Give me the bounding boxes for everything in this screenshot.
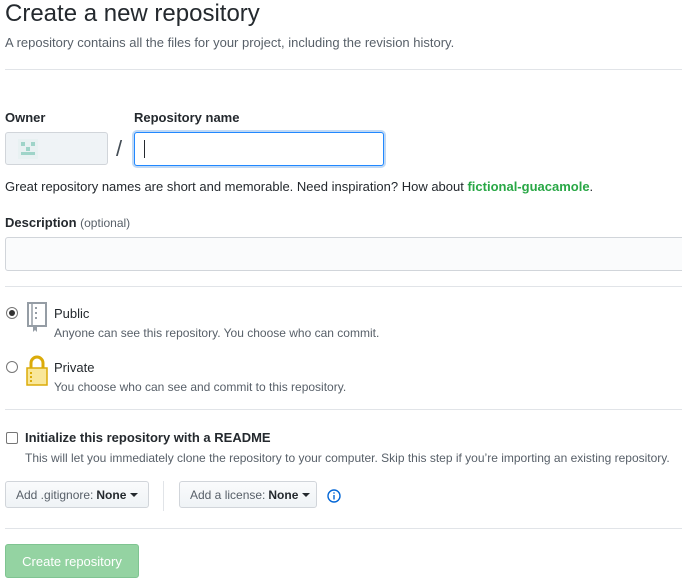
lock-icon <box>26 355 48 386</box>
repo-book-icon <box>27 302 47 332</box>
private-radio[interactable] <box>6 361 18 373</box>
vertical-divider <box>163 481 164 511</box>
private-title: Private <box>54 360 95 375</box>
gitignore-select[interactable]: Add .gitignore: None <box>5 481 149 508</box>
optional-tag: (optional) <box>80 216 131 230</box>
repo-name-label: Repository name <box>134 110 240 125</box>
license-select[interactable]: Add a license: None <box>179 481 317 508</box>
divider <box>5 69 682 70</box>
chevron-down-icon <box>130 493 139 497</box>
divider <box>5 409 682 410</box>
gitignore-label: Add .gitignore: <box>16 487 94 502</box>
description-label: Description (optional) <box>5 215 130 230</box>
page-subtitle: A repository contains all the files for … <box>5 35 455 50</box>
license-label: Add a license: <box>190 487 266 502</box>
description-input[interactable] <box>5 237 682 271</box>
suggested-name-link[interactable]: fictional-guacamole <box>467 179 589 194</box>
create-repository-button[interactable]: Create repository <box>5 544 139 578</box>
hint-prefix: Great repository names are short and mem… <box>5 179 468 194</box>
owner-repo-separator: / <box>116 136 123 161</box>
readme-desc: This will let you immediately clone the … <box>25 451 670 465</box>
public-radio[interactable] <box>6 307 18 319</box>
readme-checkbox[interactable] <box>6 432 18 444</box>
license-value: None <box>268 487 299 502</box>
identicon-avatar <box>18 139 38 159</box>
gitignore-value: None <box>96 487 127 502</box>
divider <box>5 286 682 287</box>
description-label-text: Description <box>5 215 77 230</box>
name-hint: Great repository names are short and mem… <box>5 179 593 194</box>
chevron-down-icon <box>302 493 311 497</box>
repo-name-input[interactable] <box>134 132 384 166</box>
info-icon[interactable] <box>327 489 341 503</box>
owner-label: Owner <box>5 110 46 125</box>
text-caret <box>144 140 145 158</box>
owner-select[interactable] <box>5 132 108 165</box>
readme-title: Initialize this repository with a README <box>25 430 271 445</box>
public-title: Public <box>54 306 90 321</box>
private-desc: You choose who can see and commit to thi… <box>54 380 347 394</box>
page-title: Create a new repository <box>5 0 260 27</box>
divider <box>5 528 682 529</box>
public-desc: Anyone can see this repository. You choo… <box>54 326 380 340</box>
hint-suffix: . <box>589 179 594 194</box>
